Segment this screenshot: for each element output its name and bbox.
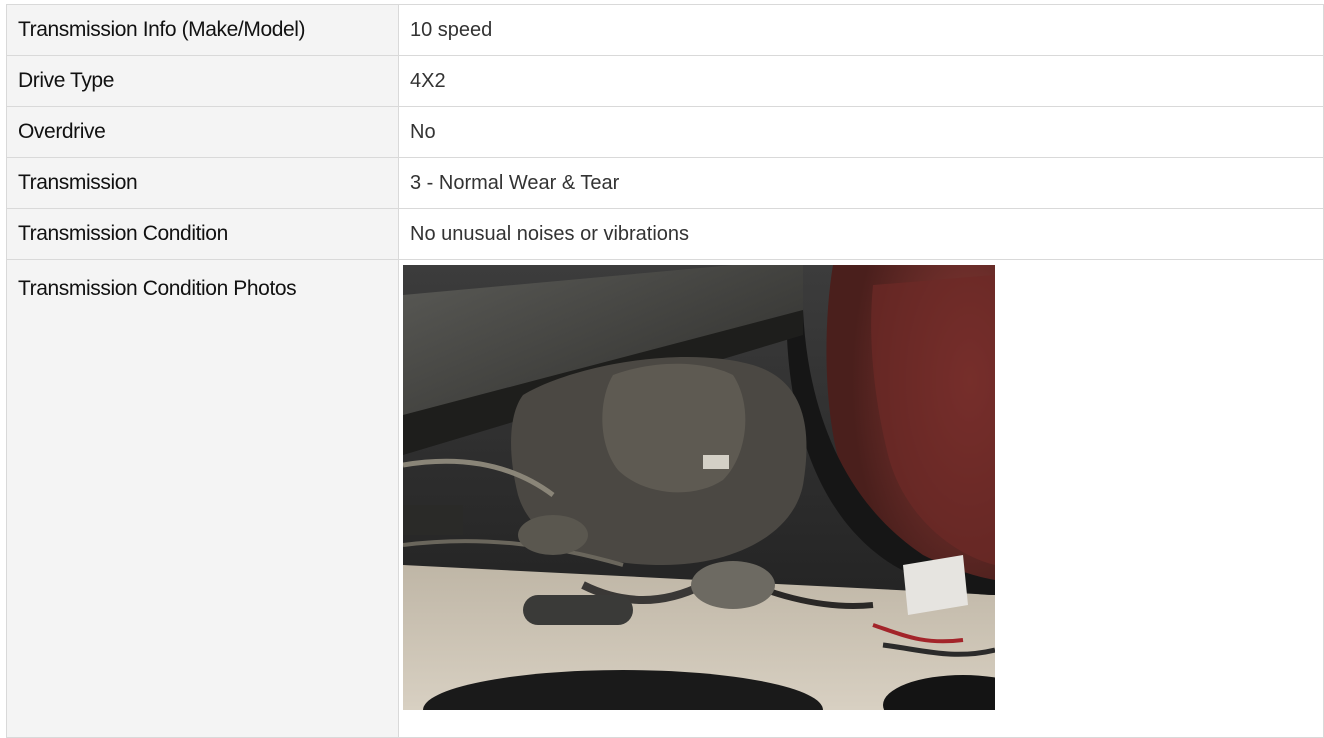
- spec-label: Transmission: [6, 157, 399, 209]
- spec-label: Transmission Info (Make/Model): [6, 4, 399, 56]
- spec-row-transmission-condition: Transmission Condition No unusual noises…: [6, 208, 1324, 260]
- spec-row-transmission-info: Transmission Info (Make/Model) 10 speed: [6, 4, 1324, 56]
- spec-value: No: [398, 106, 1324, 158]
- transmission-spec-table: Transmission Info (Make/Model) 10 speed …: [6, 4, 1324, 738]
- photo-cell: [398, 259, 1324, 738]
- spec-label: Overdrive: [6, 106, 399, 158]
- spec-value: 3 - Normal Wear & Tear: [398, 157, 1324, 209]
- transmission-condition-photo[interactable]: [403, 265, 995, 710]
- spec-value: 4X2: [398, 55, 1324, 107]
- spec-label: Transmission Condition Photos: [6, 259, 399, 738]
- spec-row-drive-type: Drive Type 4X2: [6, 55, 1324, 107]
- spec-label: Drive Type: [6, 55, 399, 107]
- spec-row-overdrive: Overdrive No: [6, 106, 1324, 158]
- spec-label: Transmission Condition: [6, 208, 399, 260]
- spec-value: 10 speed: [398, 4, 1324, 56]
- undercarriage-photo-icon: [403, 265, 995, 710]
- spec-row-condition-photos: Transmission Condition Photos: [6, 259, 1324, 738]
- spec-value: No unusual noises or vibrations: [398, 208, 1324, 260]
- spec-row-transmission: Transmission 3 - Normal Wear & Tear: [6, 157, 1324, 209]
